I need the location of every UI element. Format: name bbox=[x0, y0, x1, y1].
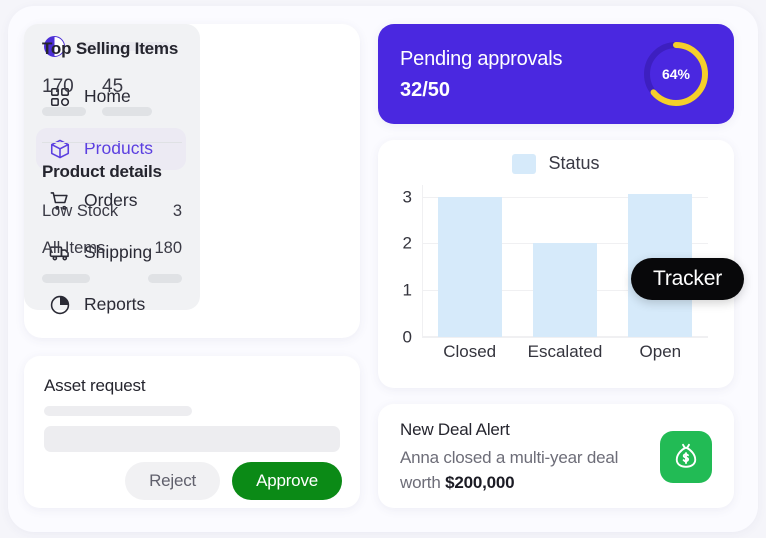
x-axis-tick-label: Escalated bbox=[518, 342, 612, 362]
approve-button[interactable]: Approve bbox=[232, 462, 342, 500]
row-value: 180 bbox=[154, 239, 182, 258]
money-bag-icon bbox=[671, 442, 701, 472]
pie-chart-icon bbox=[49, 294, 71, 316]
top-selling-stat-value: 170 bbox=[42, 76, 74, 98]
y-axis-tick-label: 1 bbox=[403, 282, 412, 299]
deal-alert-body: Anna closed a multi-year deal worth $200… bbox=[400, 446, 630, 495]
row-value: 3 bbox=[173, 202, 182, 221]
asset-request-text-placeholder bbox=[44, 406, 192, 416]
x-axis-tick-label: Closed bbox=[422, 342, 516, 362]
new-deal-alert-card: New Deal Alert Anna closed a multi-year … bbox=[378, 404, 734, 508]
deal-alert-title: New Deal Alert bbox=[400, 420, 510, 440]
gauge-percent-label: 64% bbox=[640, 38, 712, 110]
product-details-row: All Items 180 bbox=[42, 239, 182, 258]
y-axis-tick-label: 0 bbox=[403, 329, 412, 346]
stat-label-placeholder bbox=[42, 107, 86, 116]
divider bbox=[42, 142, 182, 143]
sidebar-card: Home Products bbox=[24, 24, 360, 338]
row-label: All Items bbox=[42, 239, 105, 258]
pending-approvals-title: Pending approvals bbox=[400, 48, 562, 71]
pending-approvals-value: 32/50 bbox=[400, 79, 450, 102]
top-selling-title: Top Selling Items bbox=[42, 39, 178, 59]
footer-placeholder bbox=[148, 274, 182, 283]
chart-x-labels: ClosedEscalatedOpen bbox=[422, 342, 708, 362]
money-bag-icon-box bbox=[660, 431, 712, 483]
reject-button[interactable]: Reject bbox=[125, 462, 220, 500]
row-label: Low Stock bbox=[42, 202, 118, 221]
product-details-row: Low Stock 3 bbox=[42, 202, 182, 221]
y-axis-tick-label: 3 bbox=[403, 188, 412, 205]
legend-swatch bbox=[512, 154, 536, 174]
pending-approvals-card: Pending approvals 32/50 64% bbox=[378, 24, 734, 124]
screenshot-root: Home Products bbox=[0, 0, 766, 538]
legend-label: Status bbox=[548, 153, 599, 174]
x-axis-tick-label: Open bbox=[613, 342, 707, 362]
asset-request-input-placeholder[interactable] bbox=[44, 426, 340, 452]
bar-closed[interactable] bbox=[438, 197, 502, 337]
bar-slot bbox=[422, 185, 516, 337]
chart-legend: Status bbox=[378, 153, 734, 174]
deal-alert-amount: $200,000 bbox=[445, 473, 514, 492]
sidebar-item-label: Reports bbox=[84, 296, 145, 314]
asset-request-actions: Reject Approve bbox=[125, 462, 342, 500]
sidebar-item-reports[interactable]: Reports bbox=[36, 284, 186, 326]
footer-placeholder bbox=[42, 274, 90, 283]
bar-escalated[interactable] bbox=[533, 243, 597, 337]
stat-label-placeholder bbox=[102, 107, 152, 116]
product-details-title: Product details bbox=[42, 162, 162, 182]
status-chart-card: Status 0123 ClosedEscalatedOpen Tracker bbox=[378, 140, 734, 388]
approvals-gauge: 64% bbox=[640, 38, 712, 110]
asset-request-card: Asset request Reject Approve bbox=[24, 356, 360, 508]
asset-request-title: Asset request bbox=[44, 376, 145, 396]
top-selling-stat-value: 45 bbox=[102, 76, 123, 98]
y-axis-tick-label: 2 bbox=[403, 235, 412, 252]
tracker-tooltip[interactable]: Tracker bbox=[631, 258, 744, 300]
bar-slot bbox=[518, 185, 612, 337]
gridline: 0 bbox=[422, 337, 708, 338]
